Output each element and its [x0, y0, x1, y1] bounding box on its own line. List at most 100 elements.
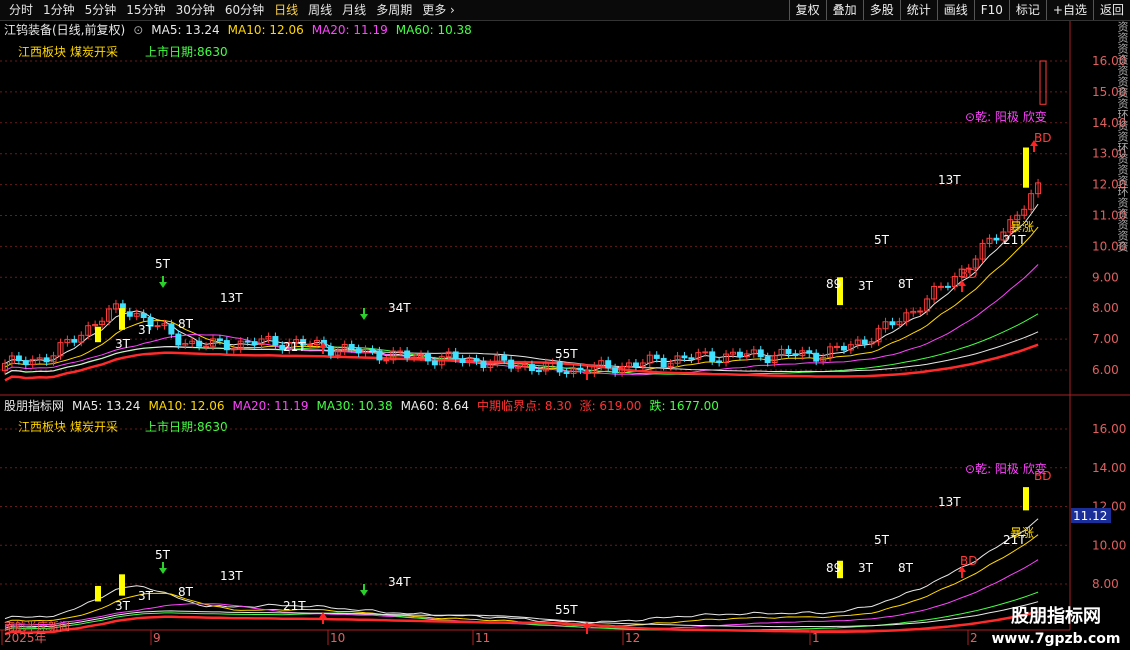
- critical-line: [4, 343, 1039, 382]
- candle: [57, 342, 64, 357]
- signal-bar: [95, 326, 101, 343]
- candle: [674, 355, 681, 364]
- label-21t: 21T: [283, 599, 306, 613]
- candle: [591, 365, 598, 374]
- candle: [889, 321, 896, 326]
- toolbar-button-3[interactable]: 统计: [899, 0, 937, 20]
- label-3t: 3T: [115, 337, 131, 351]
- tab-6[interactable]: 日线: [269, 2, 303, 18]
- label-baozhang: 暴涨: [1010, 525, 1034, 540]
- toolbar-button-2[interactable]: 多股: [862, 0, 900, 20]
- tab-9[interactable]: 多周期: [371, 2, 417, 18]
- candle: [806, 350, 813, 354]
- candle: [473, 358, 480, 362]
- candle: [418, 353, 424, 358]
- tab-7[interactable]: 周线: [303, 2, 337, 18]
- toolbar-button-1[interactable]: 叠加: [825, 0, 863, 20]
- candle: [112, 303, 119, 310]
- tab-10[interactable]: 更多 ›: [417, 2, 460, 18]
- ma-label-1: MA10: 12.06: [227, 23, 304, 37]
- tab-1[interactable]: 1分钟: [38, 2, 80, 18]
- candle: [1014, 214, 1021, 221]
- candle: [168, 323, 175, 335]
- lower-ma-line-0: [4, 518, 1039, 625]
- candle: [314, 340, 320, 346]
- x-label: 10: [330, 631, 345, 645]
- candle: [1035, 182, 1042, 195]
- kline-chart[interactable]: 16.0015.0014.0013.0012.0011.0010.009.008…: [0, 0, 1130, 650]
- candle: [85, 325, 92, 336]
- x-label: 2: [970, 631, 978, 645]
- candle: [716, 360, 723, 364]
- lower-ma-line-2: [4, 559, 1039, 630]
- toolbar-button-6[interactable]: 标记: [1008, 0, 1046, 20]
- label-5t: 5T: [874, 233, 890, 247]
- candle: [258, 338, 265, 345]
- label-21t: 21T: [283, 340, 306, 354]
- x-label: 11: [475, 631, 490, 645]
- tab-8[interactable]: 月线: [337, 2, 371, 18]
- candle: [487, 362, 494, 369]
- candle: [827, 346, 834, 358]
- upper-ma-values: MA5: 13.24 MA10: 12.06 MA20: 11.19 MA60: 10…: [151, 21, 472, 39]
- label-5t: 5T: [155, 257, 171, 271]
- price-tag-box: [1071, 508, 1111, 523]
- tab-3[interactable]: 15分钟: [121, 2, 170, 18]
- dropdown-icon[interactable]: ⊙: [133, 21, 143, 39]
- label-21t: 21T: [1003, 233, 1026, 247]
- ma-label-6: 涨: 619.00: [579, 399, 642, 413]
- right-sidebar[interactable]: 资资资资资资资资环资资环资资资环资资资资资: [1118, 21, 1130, 391]
- candle: [244, 340, 251, 343]
- candle: [931, 285, 938, 300]
- candle: [778, 348, 785, 357]
- candle: [8, 355, 15, 364]
- candle: [528, 364, 535, 372]
- label-3t: 3T: [858, 561, 874, 575]
- candle: [508, 359, 515, 369]
- toolbar-button-7[interactable]: +自选: [1045, 0, 1093, 20]
- candle: [938, 285, 944, 288]
- ma-label-3: MA30: 10.38: [316, 399, 393, 413]
- down-arrow-icon: [159, 562, 167, 574]
- y-label: 8.00: [1092, 577, 1119, 591]
- upper-stock-title[interactable]: 江钨装备(日线,前复权): [4, 21, 125, 39]
- lower-ganzhi-note: ⊙乾: 阳极 欣变: [965, 462, 1047, 476]
- candle: [216, 338, 223, 342]
- candle: [22, 360, 29, 366]
- toolbar-button-5[interactable]: F10: [973, 0, 1009, 20]
- ma-line-0: [4, 203, 1039, 372]
- label-3t: 3T: [138, 589, 154, 603]
- toolbar-button-0[interactable]: 复权: [788, 0, 826, 20]
- tab-4[interactable]: 30分钟: [171, 2, 220, 18]
- up-arrow-icon: [1030, 140, 1038, 152]
- label-3t: 3T: [858, 279, 874, 293]
- candle: [411, 356, 418, 359]
- candle: [147, 317, 154, 327]
- candle: [459, 358, 466, 363]
- lower-indicator-title[interactable]: 股朋指标网: [4, 397, 64, 415]
- toolbar-button-8[interactable]: 返回: [1092, 0, 1130, 20]
- signal-bar: [95, 585, 101, 602]
- candle: [750, 349, 757, 355]
- tab-2[interactable]: 5分钟: [80, 2, 122, 18]
- upper-concept: 煤炭开采: [70, 45, 119, 59]
- candle: [944, 285, 951, 288]
- candle: [78, 334, 85, 343]
- candle: [210, 338, 216, 347]
- candle: [820, 356, 827, 362]
- toolbar-button-4[interactable]: 画线: [936, 0, 974, 20]
- last-candle: [1039, 60, 1047, 105]
- candle: [501, 355, 508, 361]
- candle: [251, 341, 258, 345]
- candle: [43, 357, 50, 363]
- candle: [535, 370, 542, 373]
- tab-0[interactable]: 分时: [4, 2, 38, 18]
- watermark: 股朋指标网: [1011, 606, 1101, 627]
- x-label: 12: [625, 631, 640, 645]
- candle: [570, 367, 577, 375]
- up-arrow-icon: [583, 368, 591, 380]
- tab-5[interactable]: 60分钟: [220, 2, 269, 18]
- lower-concept: 煤炭开采: [70, 420, 119, 434]
- candle: [681, 355, 688, 359]
- label-3t: 3T: [115, 599, 131, 613]
